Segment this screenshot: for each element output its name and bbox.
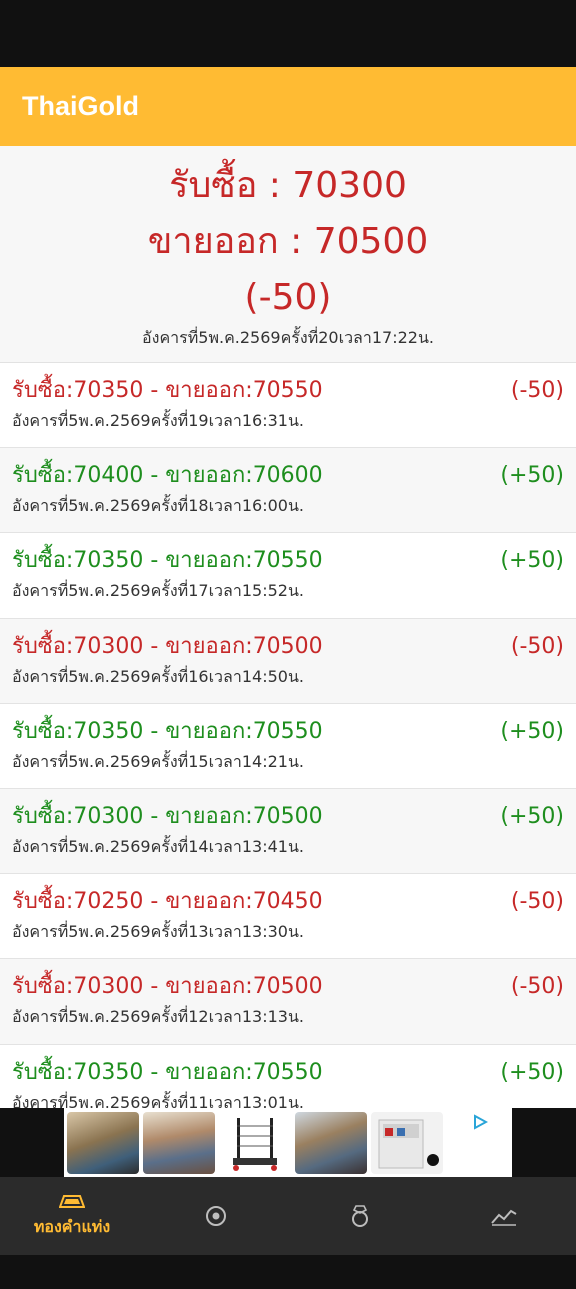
row-prices: รับซื้อ:70350 - ขายออก:70550 (12, 548, 323, 574)
row-change: (-50) (510, 633, 564, 659)
history-row[interactable]: รับซื้อ:70350 - ขายออก:70550 อังคารที่5พ… (0, 1045, 576, 1109)
status-bar (0, 0, 576, 67)
current-change: (-50) (244, 277, 332, 318)
ad-banner[interactable] (0, 1108, 576, 1177)
gold-bar-icon (59, 1194, 85, 1208)
row-change: (+50) (500, 718, 564, 744)
row-change: (+50) (500, 548, 564, 574)
row-change: (+50) (500, 803, 564, 829)
row-prices: รับซื้อ:70350 - ขายออก:70550 (12, 718, 323, 744)
row-prices: รับซื้อ:70300 - ขายออก:70500 (12, 633, 323, 659)
current-sell-price: ขายออก : 70500 (147, 221, 429, 262)
system-navigation-bar (0, 1255, 576, 1289)
bottom-nav: ทองคำแท่ง (0, 1177, 576, 1255)
ad-content[interactable] (64, 1108, 512, 1177)
row-change: (-50) (510, 378, 564, 403)
nav-item-gold-bar[interactable]: ทองคำแท่ง (0, 1177, 144, 1255)
row-prices: รับซื้อ:70350 - ขายออก:70550 (12, 1059, 323, 1085)
row-prices: รับซื้อ:70300 - ขายออก:70500 (12, 803, 323, 829)
row-prices: รับซื้อ:70400 - ขายออก:70600 (12, 463, 323, 489)
current-buy-price: รับซื้อ : 70300 (169, 165, 407, 206)
row-timestamp: อังคารที่5พ.ค.2569ครั้งที่15เวลา14:21น. (12, 751, 304, 771)
cart-graphic (233, 1118, 277, 1171)
row-timestamp: อังคารที่5พ.ค.2569ครั้งที่16เวลา14:50น. (12, 666, 304, 686)
history-row[interactable]: รับซื้อ:70300 - ขายออก:70500 อังคารที่5พ… (0, 618, 576, 704)
row-timestamp: อังคารที่5พ.ค.2569ครั้งที่19เวลา16:31น. (12, 411, 304, 430)
history-row[interactable]: รับซื้อ:70300 - ขายออก:70500 อังคารที่5พ… (0, 959, 576, 1045)
history-list[interactable]: รับซื้อ:70350 - ขายออก:70550 อังคารที่5พ… (0, 363, 576, 1108)
history-row[interactable]: รับซื้อ:70350 - ขายออก:70550 อังคารที่5พ… (0, 704, 576, 789)
ad-image-classroom[interactable] (67, 1112, 139, 1174)
row-timestamp: อังคารที่5พ.ค.2569ครั้งที่14เวลา13:41น. (12, 836, 304, 856)
ad-image-classroom[interactable] (143, 1112, 215, 1174)
nav-label: ทองคำแท่ง (33, 1216, 111, 1236)
row-timestamp: อังคารที่5พ.ค.2569ครั้งที่17เวลา15:52น. (12, 581, 304, 601)
history-row[interactable]: รับซื้อ:70250 - ขายออก:70450 อังคารที่5พ… (0, 874, 576, 960)
row-prices: รับซื้อ:70300 - ขายออก:70500 (12, 974, 323, 1000)
history-row[interactable]: รับซื้อ:70350 - ขายออก:70550 อังคารที่5พ… (0, 363, 576, 449)
target-icon (206, 1206, 226, 1226)
row-change: (-50) (510, 889, 564, 915)
nav-item-target[interactable] (144, 1177, 288, 1255)
ad-image-cabinet[interactable] (371, 1112, 443, 1174)
row-timestamp: อังคารที่5พ.ค.2569ครั้งที่18เวลา16:00น. (12, 496, 304, 516)
history-row[interactable]: รับซื้อ:70350 - ขายออก:70550 อังคารที่5พ… (0, 533, 576, 619)
row-timestamp: อังคารที่5พ.ค.2569ครั้งที่12เวลา13:13น. (12, 1007, 304, 1027)
chart-icon (491, 1209, 517, 1226)
ring-icon (352, 1205, 368, 1227)
row-change: (+50) (500, 1059, 564, 1085)
history-row[interactable]: รับซื้อ:70400 - ขายออก:70600 อังคารที่5พ… (0, 448, 576, 534)
row-change: (+50) (500, 463, 564, 489)
app-title: ThaiGold (22, 91, 139, 121)
app-bar: ThaiGold (0, 67, 576, 146)
row-timestamp: อังคารที่5พ.ค.2569ครั้งที่11เวลา13:01น. (12, 1092, 304, 1109)
row-prices: รับซื้อ:70250 - ขายออก:70450 (12, 889, 323, 915)
nav-item-ring[interactable] (288, 1177, 432, 1255)
nav-item-chart[interactable] (432, 1177, 576, 1255)
adchoices-play-icon[interactable] (472, 1114, 488, 1130)
ad-image-cart[interactable] (219, 1112, 291, 1174)
row-timestamp: อังคารที่5พ.ค.2569ครั้งที่13เวลา13:30น. (12, 922, 304, 942)
history-row[interactable]: รับซื้อ:70300 - ขายออก:70500 อังคารที่5พ… (0, 788, 576, 875)
row-prices: รับซื้อ:70350 - ขายออก:70550 (12, 378, 323, 403)
main-content[interactable]: รับซื้อ : 70300 ขายออก : 70500 (-50) อัง… (0, 146, 576, 1108)
ad-image-classroom[interactable] (295, 1112, 367, 1174)
cabinet-graphic (378, 1119, 439, 1169)
current-timestamp: อังคารที่5พ.ค.2569ครั้งที่20เวลา17:22น. (142, 328, 434, 347)
current-price-panel: รับซื้อ : 70300 ขายออก : 70500 (-50) อัง… (0, 146, 576, 363)
row-change: (-50) (510, 974, 564, 1000)
